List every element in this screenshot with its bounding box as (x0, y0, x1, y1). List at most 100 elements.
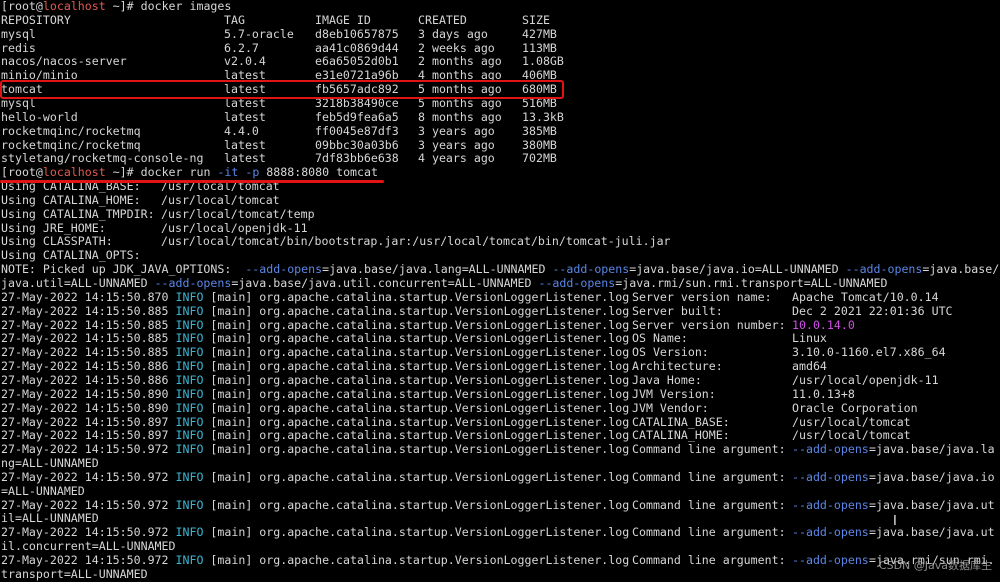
table-cell: 516MB (522, 95, 557, 110)
log-value: =java.base/java.io (869, 469, 995, 484)
note-flag: --add-opens (245, 262, 323, 277)
log-value: /usr/local/tomcat (792, 414, 911, 429)
tomcat-row-highlight (0, 80, 564, 99)
log-line-wrap: =ALL-UNNAMED (1, 484, 85, 499)
command-flag: -p (245, 165, 260, 180)
note-value: =java.base/java.io=ALL-UNNAMED (629, 262, 846, 277)
log-line-wrap: ng=ALL-UNNAMED (1, 456, 99, 471)
log-timestamp: 27-May-2022 14:15:50.885 (1, 345, 176, 360)
log-value: =java.base/java.ut (869, 525, 995, 540)
table-cell: latest (224, 109, 266, 124)
log-line-wrap: il=ALL-UNNAMED (1, 512, 99, 526)
table-cell: 3 years ago (418, 123, 495, 138)
log-key: Java Home: (632, 372, 702, 387)
env-key: Using JRE_HOME: (1, 220, 106, 235)
log-flag: --add-opens (792, 469, 869, 484)
log-timestamp: 27-May-2022 14:15:50.885 (1, 303, 176, 318)
note-prefix: NOTE: Picked up JDK_JAVA_OPTIONS: (1, 262, 246, 277)
env-value: /usr/local/tomcat/bin/bootstrap.jar:/usr… (161, 234, 671, 249)
text-cursor-icon: I (893, 514, 897, 529)
log-line: 27-May-2022 14:15:50.885 INFO [main] org… (1, 317, 855, 333)
log-key: Architecture: (632, 359, 723, 374)
table-cell: 2 months ago (418, 54, 502, 69)
log-level: INFO (175, 372, 204, 387)
table-cell: 7df83bb6e638 (315, 151, 399, 166)
log-value: 11.0.13+8 (792, 386, 855, 401)
table-cell: 702MB (522, 151, 557, 166)
log-value: Dec 2 2021 22:01:36 UTC (792, 303, 953, 318)
log-timestamp: 27-May-2022 14:15:50.890 (1, 386, 176, 401)
log-line: 27-May-2022 14:15:50.885 INFO [main] org… (1, 303, 953, 319)
table-cell: rocketmqinc/rocketmq (1, 137, 141, 152)
log-source: [main] org.apache.catalina.startup.Versi… (203, 442, 637, 457)
log-line: 27-May-2022 14:15:50.885 INFO [main] org… (1, 331, 827, 346)
table-cell: d8eb10657875 (315, 26, 399, 41)
log-timestamp: 27-May-2022 14:15:50.870 (1, 289, 176, 304)
log-key: OS Name: (632, 331, 688, 346)
log-timestamp: 27-May-2022 14:15:50.886 (1, 372, 176, 387)
prompt-user: [root@ (1, 0, 43, 13)
table-cell: 13.3kB (522, 109, 564, 124)
log-level: INFO (175, 497, 204, 512)
prompt-line-run: [root@localhost ~]# docker run -it -p 88… (1, 165, 378, 180)
log-value: /usr/local/openjdk-11 (792, 372, 939, 387)
command-text: 8888:8080 tomcat (259, 165, 378, 180)
table-cell: mysql (1, 95, 36, 110)
log-source: [main] org.apache.catalina.startup.Versi… (203, 414, 637, 429)
log-level: INFO (175, 317, 204, 332)
log-line: 27-May-2022 14:15:50.972 INFO [main] org… (1, 525, 995, 540)
log-timestamp: 27-May-2022 14:15:50.885 (1, 317, 176, 332)
table-cell: 1.08GB (522, 54, 564, 69)
table-cell: 5 months ago (418, 95, 502, 110)
table-cell: 3 years ago (418, 137, 495, 152)
log-key: JVM Vendor: (632, 400, 709, 415)
table-cell: 6.2.7 (224, 40, 259, 55)
table-cell: latest (224, 137, 266, 152)
log-value: il=ALL-UNNAMED (1, 511, 99, 526)
prompt-host: localhost (42, 165, 106, 180)
table-cell: rocketmqinc/rocketmq (1, 123, 141, 138)
table-cell: latest (224, 95, 266, 110)
log-level: INFO (175, 386, 204, 401)
watermark: CSDN @Java数据库生 (878, 559, 992, 572)
log-flag: --add-opens (792, 497, 869, 512)
table-cell: latest (224, 151, 266, 166)
table-cell: 8 months ago (418, 109, 502, 124)
log-source: [main] org.apache.catalina.startup.Versi… (203, 400, 637, 415)
note-flag: --add-opens (154, 276, 232, 290)
log-value: amd64 (792, 359, 827, 374)
log-level: INFO (175, 414, 204, 429)
log-timestamp: 27-May-2022 14:15:50.897 (1, 414, 176, 429)
table-cell: ff0045e87df3 (315, 123, 399, 138)
table-cell: aa41c0869d44 (315, 40, 399, 55)
log-key: Command line argument: (632, 469, 786, 484)
prompt-line: [root@localhost ~]# docker images (1, 0, 231, 14)
log-key: JVM Version: (632, 386, 716, 401)
table-header-cell: CREATED (418, 12, 467, 27)
log-source: [main] org.apache.catalina.startup.Versi… (203, 345, 637, 360)
log-value: il.concurrent=ALL-UNNAMED (1, 539, 176, 554)
table-cell: feb5d9fea6a5 (315, 109, 399, 124)
log-level: INFO (175, 442, 204, 457)
table-cell: 2 weeks ago (418, 40, 495, 55)
note-value: =java.base/ (922, 262, 1000, 277)
log-level: INFO (175, 359, 204, 374)
log-line: 27-May-2022 14:15:50.897 INFO [main] org… (1, 428, 911, 443)
table-cell: mysql (1, 26, 36, 41)
log-source: [main] org.apache.catalina.startup.Versi… (203, 553, 637, 567)
log-level: INFO (175, 289, 204, 304)
prompt-cwd: ~]# (105, 0, 141, 13)
log-level: INFO (175, 345, 204, 360)
note-value: =java.base/java.util.concurrent=ALL-UNNA… (231, 276, 539, 290)
log-source: [main] org.apache.catalina.startup.Versi… (203, 317, 637, 332)
table-cell: redis (1, 40, 36, 55)
log-source: [main] org.apache.catalina.startup.Versi… (203, 525, 637, 540)
log-source: [main] org.apache.catalina.startup.Versi… (203, 469, 637, 484)
log-key: CATALINA_HOME: (632, 428, 730, 443)
log-line: 27-May-2022 14:15:50.972 INFO [main] org… (1, 442, 995, 457)
log-line-wrap: il.concurrent=ALL-UNNAMED (1, 539, 176, 554)
table-cell: styletang/rocketmq-console-ng (1, 151, 204, 166)
table-cell: 4 years ago (418, 151, 495, 166)
log-value: ng=ALL-UNNAMED (1, 456, 99, 471)
log-level: INFO (175, 428, 204, 443)
